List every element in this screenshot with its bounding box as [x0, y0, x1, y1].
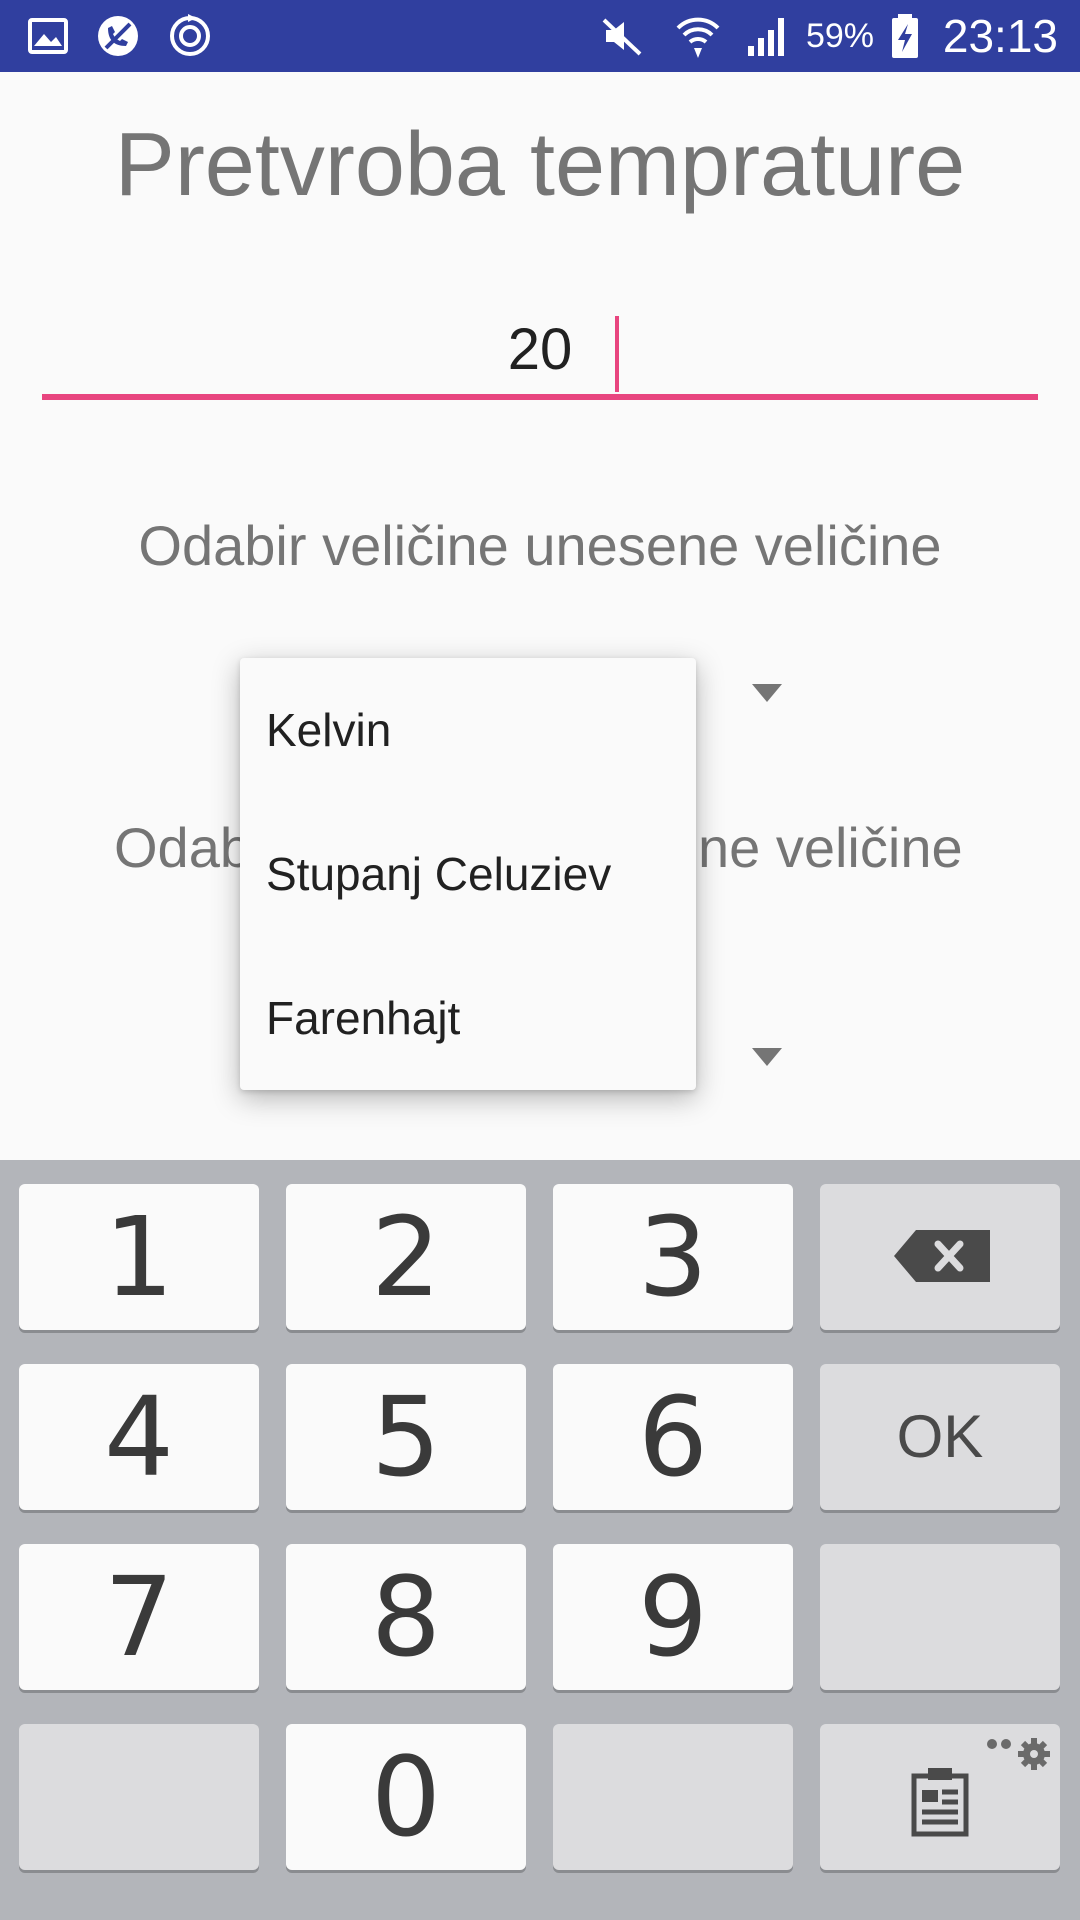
settings-icon[interactable] — [986, 1732, 1056, 1772]
mute-icon — [602, 18, 642, 56]
blank-key-right[interactable] — [553, 1724, 793, 1870]
ok-key[interactable]: OK — [820, 1364, 1060, 1510]
key-2[interactable]: 2 — [286, 1184, 526, 1330]
blocked-call-icon — [98, 16, 138, 56]
text-cursor — [615, 316, 619, 392]
clock: 23:13 — [942, 10, 1058, 62]
key-3[interactable]: 3 — [553, 1184, 793, 1330]
input-underline — [42, 394, 1038, 400]
key-4[interactable]: 4 — [19, 1364, 259, 1510]
numeric-keyboard: 1 2 3 4 5 6 OK 7 8 9 0 — [0, 1160, 1080, 1920]
to-unit-spinner-arrow-icon[interactable] — [752, 1048, 782, 1066]
wifi-icon — [676, 17, 720, 58]
status-bar: 59% 23:13 — [0, 0, 1080, 72]
gallery-icon — [28, 18, 68, 54]
temperature-input[interactable]: 20 — [42, 300, 1038, 400]
key-1[interactable]: 1 — [19, 1184, 259, 1330]
key-0[interactable]: 0 — [286, 1724, 526, 1870]
page-title: Pretvroba temprature — [114, 115, 966, 215]
from-unit-label: Odabir veličine unesene veličine — [138, 514, 942, 577]
battery-percent: 59% — [805, 17, 874, 55]
signal-icon — [748, 18, 784, 56]
temperature-input-value[interactable]: 20 — [42, 310, 1038, 390]
key-8[interactable]: 8 — [286, 1544, 526, 1690]
key-9[interactable]: 9 — [553, 1544, 793, 1690]
blank-key[interactable] — [820, 1544, 1060, 1690]
blank-key-left[interactable] — [19, 1724, 259, 1870]
from-unit-spinner-arrow-icon[interactable] — [752, 684, 782, 702]
to-unit-label-right: ne veličine — [698, 816, 963, 879]
key-7[interactable]: 7 — [19, 1544, 259, 1690]
dropdown-item-fahrenheit[interactable]: Farenhajt — [240, 946, 696, 1090]
clipboard-key[interactable] — [820, 1724, 1060, 1870]
to-unit-label-left: Odab — [114, 816, 251, 879]
dropdown-item-celsius[interactable]: Stupanj Celuziev — [240, 802, 696, 946]
dropdown-item-kelvin[interactable]: Kelvin — [240, 658, 696, 802]
key-5[interactable]: 5 — [286, 1364, 526, 1510]
unit-dropdown-menu: Kelvin Stupanj Celuziev Farenhajt — [240, 658, 696, 1090]
backspace-icon — [894, 1230, 990, 1282]
key-6[interactable]: 6 — [553, 1364, 793, 1510]
clipboard-icon — [911, 1768, 969, 1837]
backspace-key[interactable] — [820, 1184, 1060, 1330]
battery-charging-icon — [892, 14, 918, 58]
sync-icon — [170, 14, 210, 56]
